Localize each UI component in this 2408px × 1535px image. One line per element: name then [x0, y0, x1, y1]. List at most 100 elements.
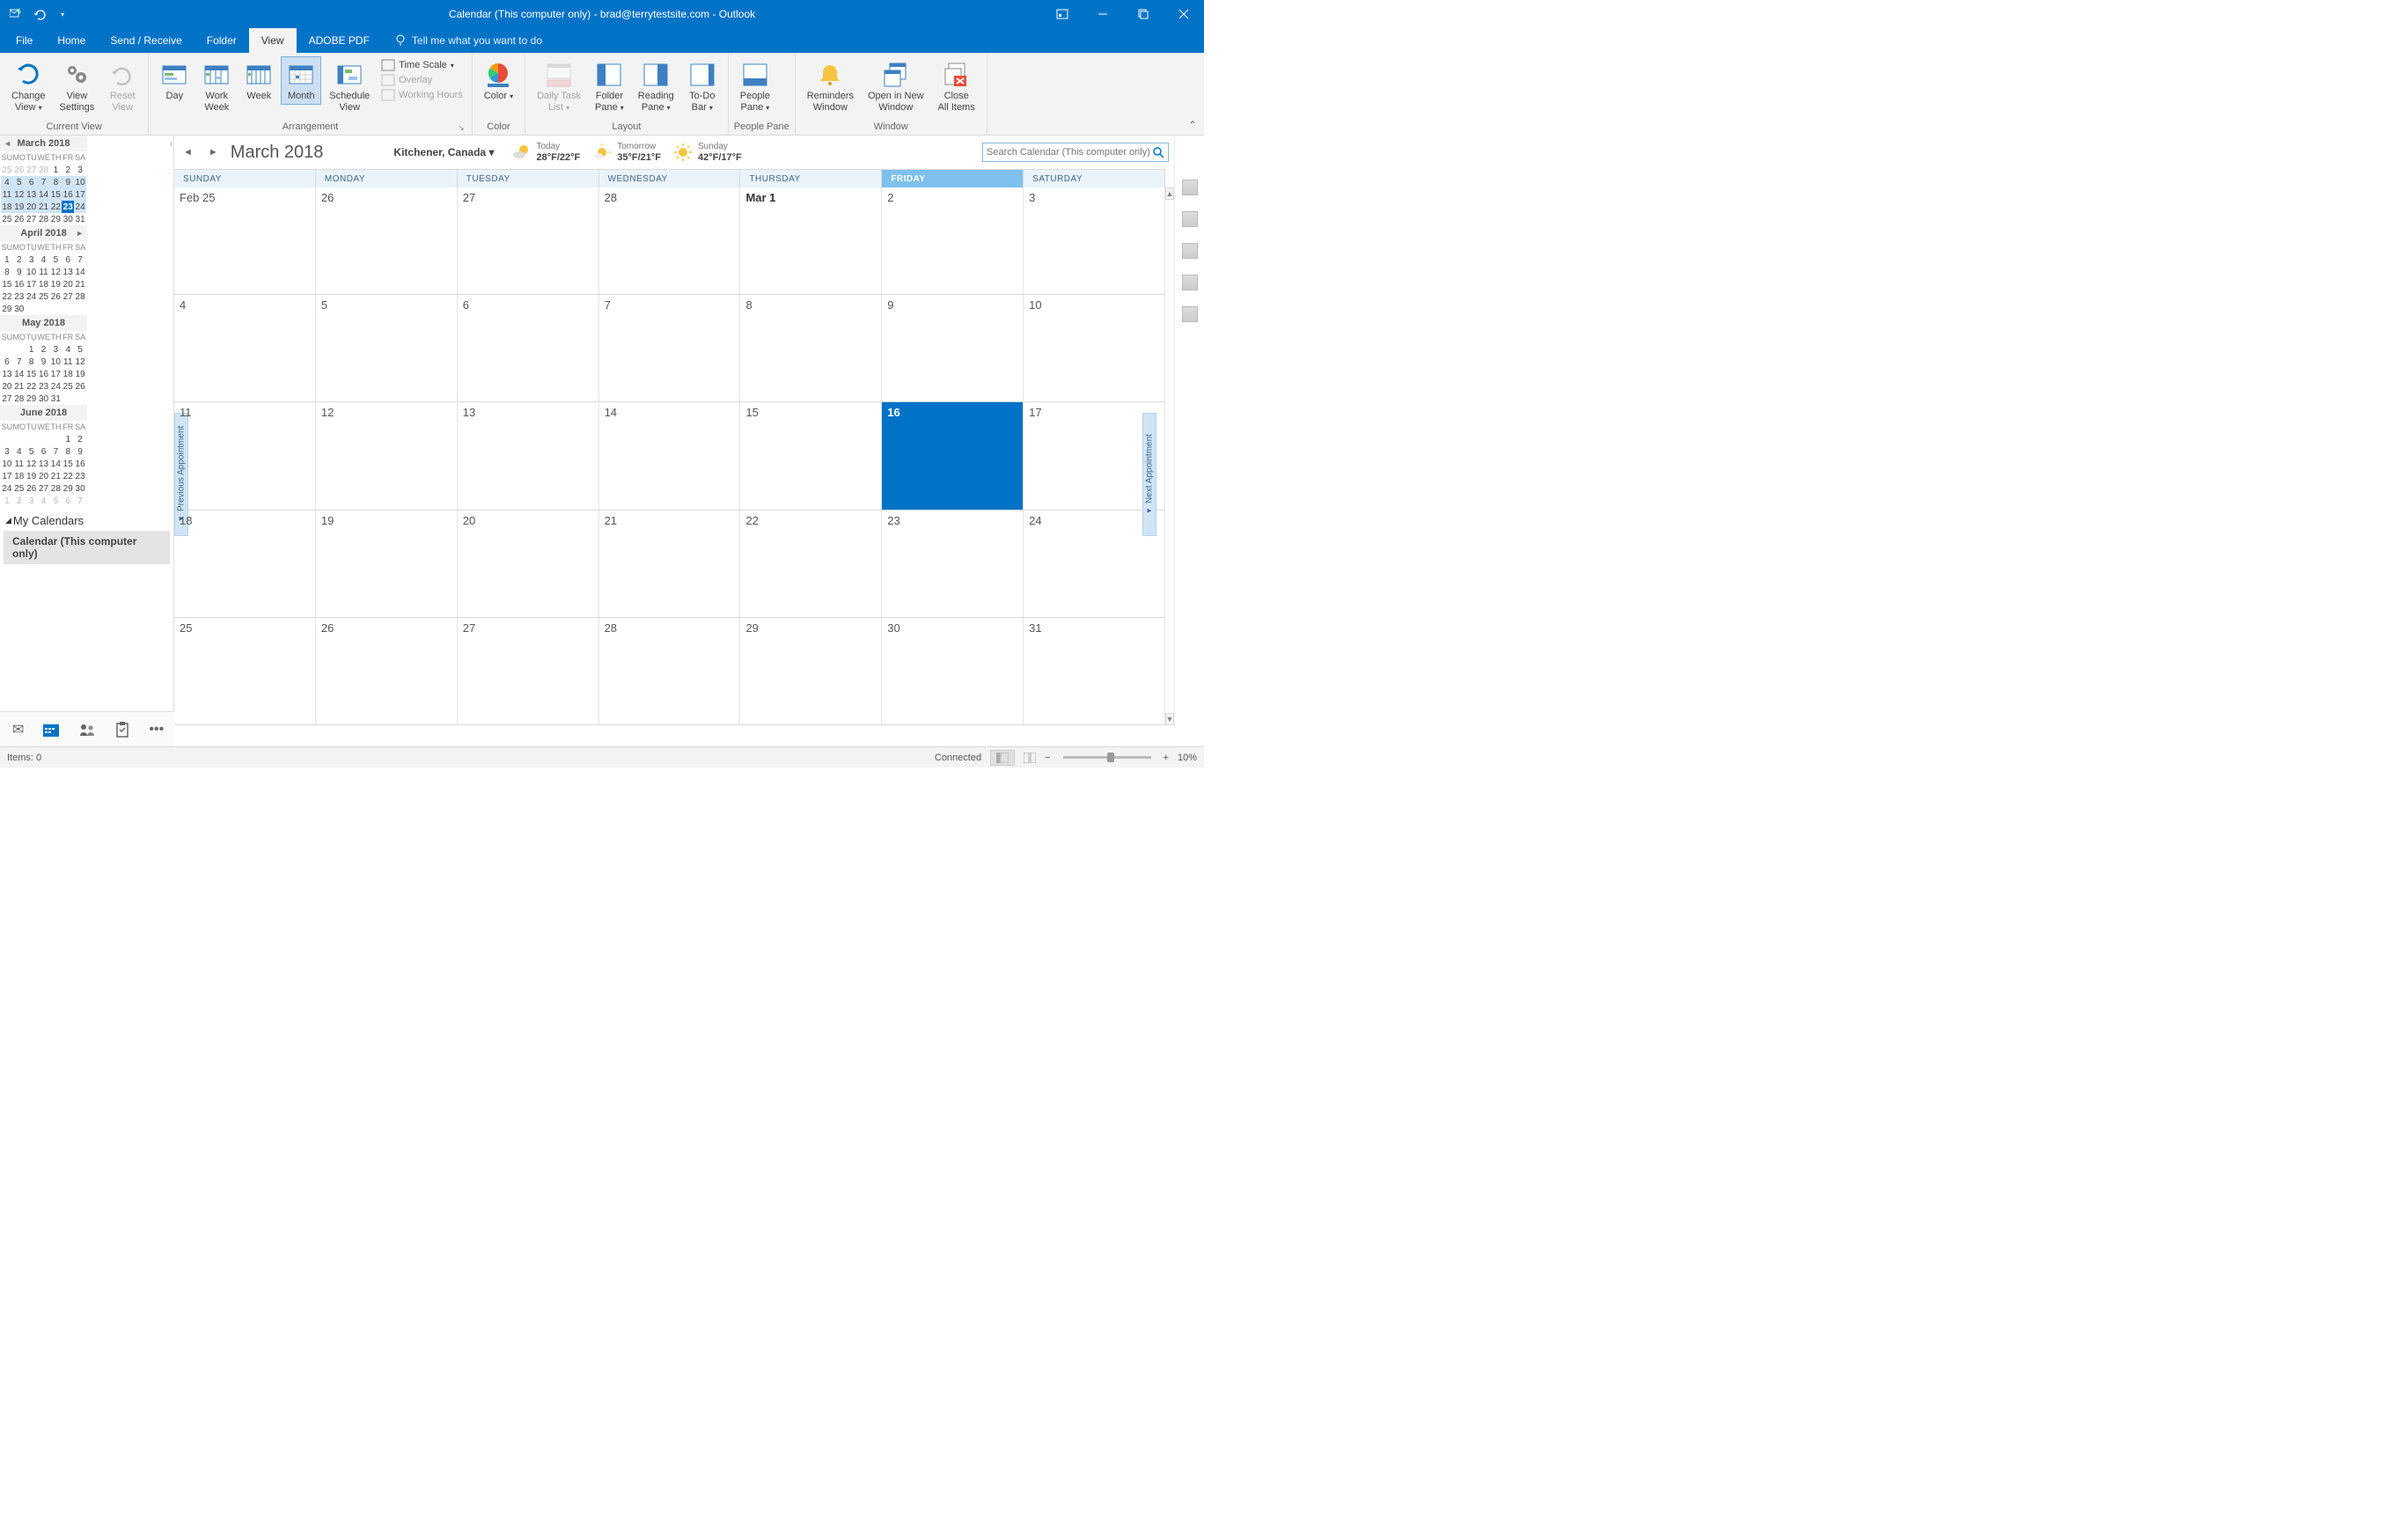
- day-cell[interactable]: 18: [174, 510, 316, 617]
- people-pane-button[interactable]: PeoplePane ▾: [734, 56, 776, 116]
- weather-today[interactable]: Today28°F/22°F: [511, 142, 580, 163]
- day-cell[interactable]: 10: [1024, 295, 1165, 401]
- next-cal-icon[interactable]: ►: [76, 229, 84, 238]
- day-cell[interactable]: 17: [1024, 402, 1165, 509]
- menu-sendreceive[interactable]: Send / Receive: [98, 28, 194, 53]
- tell-me[interactable]: Tell me what you want to do: [394, 28, 542, 53]
- cal-schedule-button[interactable]: ScheduleView: [323, 56, 376, 116]
- folder-pane-button[interactable]: FolderPane ▾: [589, 56, 630, 116]
- day-cell[interactable]: 30: [882, 618, 1024, 724]
- people-nav-icon[interactable]: [78, 723, 96, 737]
- collapse-ribbon-icon[interactable]: ⌃: [1188, 119, 1197, 131]
- reset-view-button[interactable]: ResetView: [102, 56, 143, 116]
- zoom-in-button[interactable]: +: [1164, 753, 1169, 763]
- weather-tomorrow[interactable]: Tomorrow35°F/21°F: [592, 142, 661, 163]
- scroll-down-button[interactable]: ▼: [1165, 713, 1174, 725]
- calendar-peek3-icon[interactable]: [1182, 275, 1198, 290]
- day-cell[interactable]: 5: [316, 295, 458, 401]
- cal-workweek-button[interactable]: WorkWeek: [196, 56, 237, 116]
- day-cell[interactable]: 23: [882, 510, 1024, 617]
- view-normal-icon[interactable]: [990, 750, 1015, 766]
- change-view-button[interactable]: ChangeView ▾: [5, 56, 52, 116]
- zoom-slider[interactable]: [1063, 756, 1151, 759]
- tasks-nav-icon[interactable]: [115, 722, 129, 738]
- minimize-button[interactable]: [1083, 0, 1123, 28]
- my-calendars-header[interactable]: ◢My Calendars: [0, 507, 173, 531]
- view-reading-icon[interactable]: [1024, 753, 1036, 763]
- view-settings-button[interactable]: ViewSettings: [54, 56, 101, 116]
- calendar-peek2-icon[interactable]: [1182, 243, 1198, 259]
- day-cell[interactable]: 7: [599, 295, 741, 401]
- day-cell[interactable]: 22: [740, 510, 882, 617]
- day-cell[interactable]: 31: [1024, 618, 1165, 724]
- scroll-up-button[interactable]: ▲: [1165, 187, 1174, 200]
- day-cell[interactable]: 20: [458, 510, 599, 617]
- todo-bar-button[interactable]: To-DoBar ▾: [682, 56, 723, 116]
- dialog-launcher[interactable]: ↘: [458, 123, 465, 133]
- menu-folder[interactable]: Folder: [195, 28, 249, 53]
- zoom-out-button[interactable]: −: [1045, 753, 1050, 763]
- day-cell[interactable]: 2: [882, 187, 1024, 294]
- new-window-button[interactable]: Open in NewWindow: [862, 56, 930, 116]
- people-peek-icon[interactable]: [1182, 180, 1198, 195]
- cal-month-button[interactable]: Month: [281, 56, 321, 105]
- calendar-nav-icon[interactable]: [43, 723, 59, 737]
- time-scale-button[interactable]: Time Scale ▾: [378, 58, 466, 72]
- color-button[interactable]: Color ▾: [478, 56, 519, 105]
- search-icon[interactable]: [1152, 146, 1164, 158]
- day-cell[interactable]: 6: [458, 295, 599, 401]
- calendar-this-computer[interactable]: Calendar (This computer only): [4, 531, 170, 564]
- day-cell[interactable]: 12: [316, 402, 458, 509]
- cal-week-button[interactable]: Week: [239, 56, 279, 105]
- day-cell[interactable]: 3: [1024, 187, 1165, 294]
- search-input[interactable]: [987, 147, 1152, 158]
- weather-location[interactable]: Kitchener, Canada ▾: [393, 146, 494, 158]
- day-cell[interactable]: 24: [1024, 510, 1165, 617]
- maximize-button[interactable]: [1123, 0, 1164, 28]
- weather-sunday[interactable]: Sunday42°F/17°F: [673, 142, 742, 163]
- cal-day-button[interactable]: Day: [154, 56, 195, 105]
- day-cell[interactable]: 28: [599, 187, 741, 294]
- day-cell[interactable]: 26: [316, 618, 458, 724]
- day-cell[interactable]: 21: [599, 510, 741, 617]
- prev-cal-icon[interactable]: ◄: [4, 139, 11, 148]
- day-cell[interactable]: 11: [174, 402, 316, 509]
- day-cell[interactable]: Feb 25: [174, 187, 316, 294]
- menu-view[interactable]: View: [249, 28, 297, 53]
- nav-more-icon[interactable]: •••: [149, 722, 164, 738]
- menu-file[interactable]: File: [4, 28, 45, 53]
- day-cell[interactable]: 9: [882, 295, 1024, 401]
- day-cell[interactable]: Mar 1: [740, 187, 882, 294]
- day-cell[interactable]: 19: [316, 510, 458, 617]
- day-cell[interactable]: 25: [174, 618, 316, 724]
- day-cell[interactable]: 13: [458, 402, 599, 509]
- next-month-button[interactable]: ►: [205, 145, 222, 159]
- menu-adobepdf[interactable]: ADOBE PDF: [297, 28, 382, 53]
- reminders-button[interactable]: RemindersWindow: [801, 56, 860, 116]
- close-button[interactable]: [1164, 0, 1204, 28]
- send-receive-icon[interactable]: [9, 7, 25, 21]
- calendar-peek-icon[interactable]: [1182, 211, 1198, 227]
- day-cell[interactable]: 28: [599, 618, 741, 724]
- mini-cal-1[interactable]: April 2018►SUMOTUWETHFRSA123456789101112…: [0, 225, 87, 315]
- day-cell[interactable]: 29: [740, 618, 882, 724]
- day-cell[interactable]: 27: [458, 187, 599, 294]
- undo-icon[interactable]: [32, 7, 48, 21]
- day-cell[interactable]: 26: [316, 187, 458, 294]
- day-cell[interactable]: 14: [599, 402, 741, 509]
- menu-home[interactable]: Home: [45, 28, 98, 53]
- day-cell[interactable]: 16: [882, 402, 1024, 509]
- day-cell[interactable]: 15: [740, 402, 882, 509]
- close-all-button[interactable]: CloseAll Items: [932, 56, 981, 116]
- prev-month-button[interactable]: ◄: [180, 145, 196, 159]
- mini-cal-0[interactable]: ◄March 2018SUMOTUWETHFRSA252627281234567…: [0, 136, 87, 225]
- search-calendar-box[interactable]: [982, 143, 1169, 162]
- calendar-peek4-icon[interactable]: [1182, 306, 1198, 322]
- mail-nav-icon[interactable]: ✉: [12, 721, 24, 738]
- day-cell[interactable]: 8: [740, 295, 882, 401]
- task-list-button[interactable]: Daily TaskList ▾: [531, 56, 587, 116]
- mini-cal-2[interactable]: May 2018SUMOTUWETHFRSA123456789101112131…: [0, 315, 87, 405]
- day-cell[interactable]: 27: [458, 618, 599, 724]
- ribbon-display-icon[interactable]: [1042, 0, 1083, 28]
- day-cell[interactable]: 4: [174, 295, 316, 401]
